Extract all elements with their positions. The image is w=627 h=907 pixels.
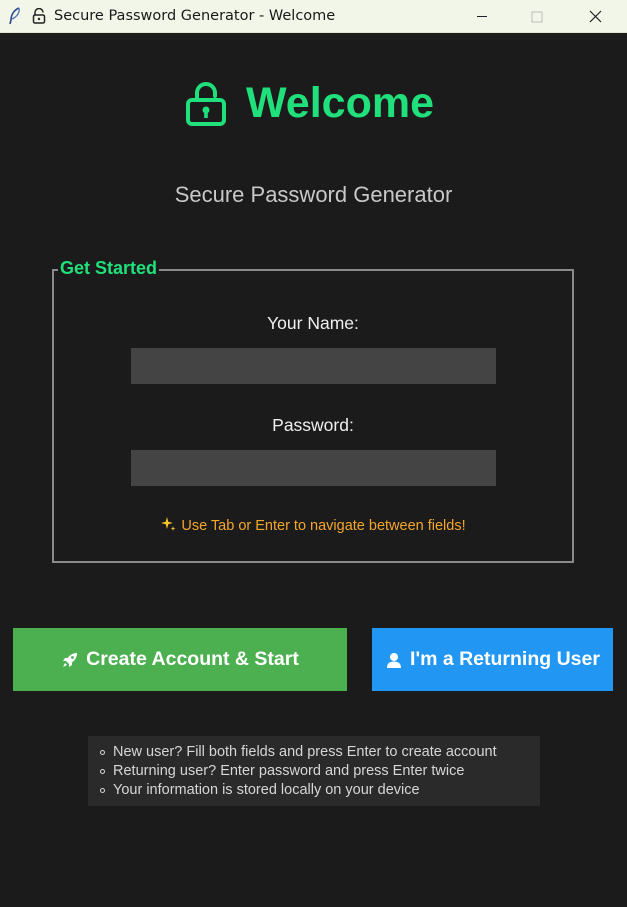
sparkles-icon	[161, 517, 176, 531]
info-box: New user? Fill both fields and press Ent…	[88, 736, 540, 806]
info-text: Your information is stored locally on yo…	[113, 782, 420, 798]
close-icon	[589, 10, 602, 23]
group-legend: Get Started	[58, 257, 160, 279]
password-label: Password:	[272, 415, 354, 435]
minimize-button[interactable]	[458, 0, 504, 33]
rocket-icon	[63, 652, 78, 667]
minimize-icon	[477, 16, 487, 17]
app-subtitle: Secure Password Generator	[174, 182, 453, 207]
navigation-hint: Use Tab or Enter to navigate between fie…	[52, 516, 574, 535]
close-button[interactable]	[572, 0, 618, 33]
bullet-icon	[100, 750, 105, 755]
create-account-button[interactable]: Create Account & Start	[13, 628, 347, 691]
create-account-label: Create Account & Start	[86, 648, 299, 670]
password-input[interactable]	[131, 450, 496, 486]
maximize-icon	[531, 11, 543, 23]
maximize-button[interactable]	[513, 0, 559, 33]
returning-user-label: I'm a Returning User	[410, 648, 600, 670]
bullet-icon	[100, 769, 105, 774]
returning-user-button[interactable]: I'm a Returning User	[372, 628, 613, 691]
list-item: New user? Fill both fields and press Ent…	[100, 743, 540, 762]
bullet-icon	[100, 788, 105, 793]
lock-icon	[186, 82, 226, 126]
feather-icon	[9, 7, 20, 25]
list-item: Your information is stored locally on yo…	[100, 781, 540, 800]
list-item: Returning user? Enter password and press…	[100, 762, 540, 781]
hero-header: Welcome	[184, 78, 454, 128]
hint-text: Use Tab or Enter to navigate between fie…	[181, 518, 466, 534]
user-icon	[387, 652, 402, 668]
info-text: Returning user? Enter password and press…	[113, 763, 465, 779]
name-label: Your Name:	[267, 313, 359, 333]
name-input[interactable]	[131, 348, 496, 384]
page-title: Welcome	[246, 79, 434, 127]
lock-icon	[32, 8, 46, 24]
info-text: New user? Fill both fields and press Ent…	[113, 744, 497, 760]
window-title: Secure Password Generator - Welcome	[54, 8, 336, 24]
title-bar: Secure Password Generator - Welcome	[0, 0, 627, 33]
